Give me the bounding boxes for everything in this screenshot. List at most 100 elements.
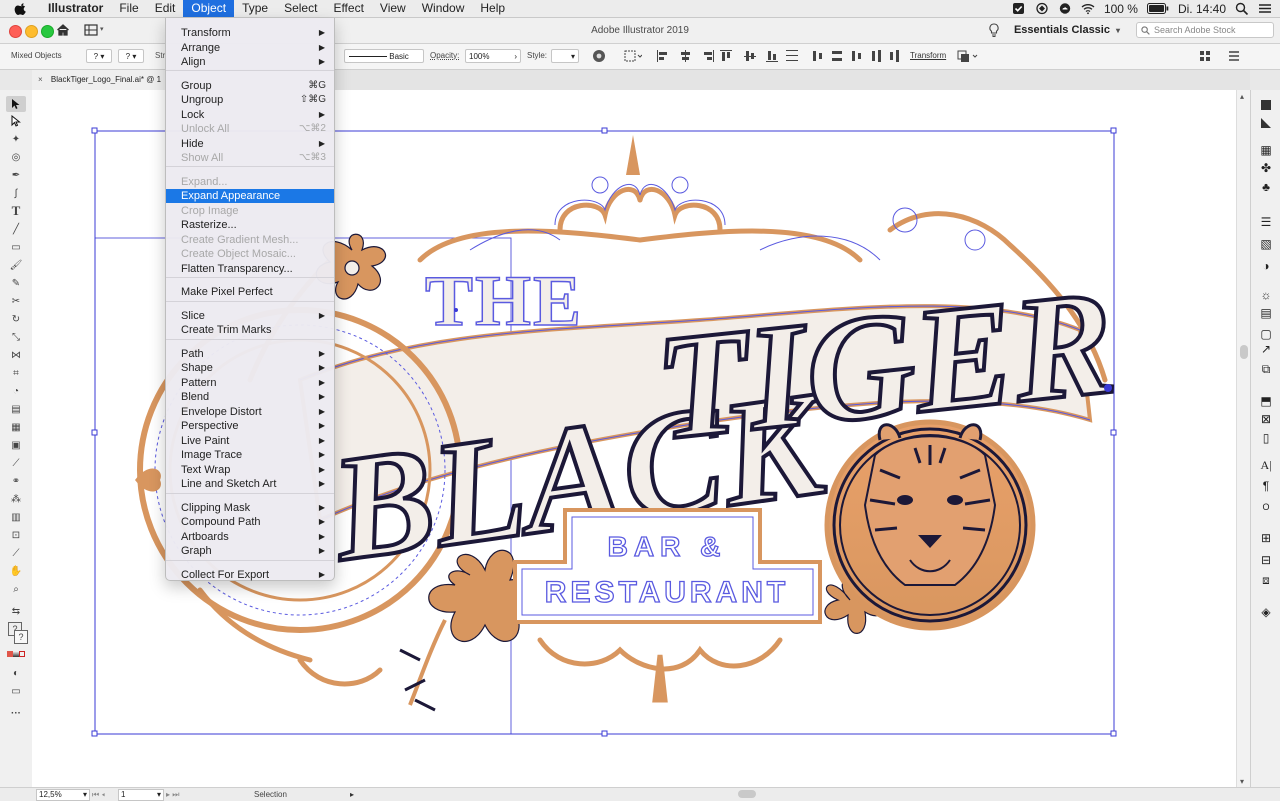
select-similar-icon[interactable] — [1198, 49, 1212, 63]
menu-item-make-pixel-perfect[interactable]: Make Pixel Perfect — [166, 285, 334, 299]
blend-tool-icon[interactable]: ⚭ — [8, 474, 24, 488]
screen-mode-icon[interactable]: ▭ — [8, 684, 24, 698]
opacity-label[interactable]: Opacity: — [430, 49, 459, 63]
battery-icon[interactable] — [1146, 3, 1169, 14]
color-panel-icon[interactable] — [1259, 99, 1273, 111]
image-trace-icon[interactable]: ▢ — [1259, 327, 1273, 341]
export-icon[interactable]: ↗ — [1259, 342, 1273, 356]
control-center-icon[interactable] — [1258, 2, 1272, 15]
scissors-tool-icon[interactable]: ✂ — [8, 294, 24, 308]
perspective-grid-tool-icon[interactable]: ▤ — [8, 402, 24, 416]
menu-view[interactable]: View — [372, 0, 414, 17]
asset-export-icon[interactable]: ⬒ — [1259, 394, 1273, 408]
rectangle-tool-icon[interactable]: ▭ — [8, 240, 24, 254]
transform-link[interactable]: Transform — [910, 49, 946, 63]
magic-wand-tool-icon[interactable]: ✦ — [8, 132, 24, 146]
artboard-nav-first-icon[interactable]: ⏮ ◂ — [92, 788, 105, 801]
menu-edit[interactable]: Edit — [147, 0, 184, 17]
menu-select[interactable]: Select — [276, 0, 325, 17]
graphic-styles-icon[interactable]: ▤ — [1259, 306, 1273, 320]
arrange-documents-icon[interactable] — [84, 24, 98, 36]
menu-item-flatten-transparency[interactable]: Flatten Transparency... — [166, 262, 334, 276]
menu-item-shape[interactable]: Shape ▶ — [166, 361, 334, 375]
status-menu-arrow-icon[interactable]: ▸ — [350, 788, 354, 801]
scroll-up-icon[interactable]: ▴ — [1240, 92, 1244, 101]
layers-icon[interactable]: ◈ — [1259, 605, 1273, 619]
horizontal-scroll-thumb[interactable] — [738, 790, 756, 798]
stroke-swatch[interactable]: ? — [14, 630, 28, 644]
free-transform-tool-icon[interactable]: ⌗ — [8, 366, 24, 380]
links-icon[interactable]: ▯ — [1259, 431, 1273, 445]
paragraph-icon[interactable]: ¶ — [1259, 479, 1273, 493]
selection-tool-icon[interactable] — [6, 96, 26, 112]
apple-logo-icon[interactable] — [14, 2, 28, 16]
scale-tool-icon[interactable]: ⤡ — [8, 330, 24, 344]
vertical-scroll-thumb[interactable] — [1240, 345, 1248, 359]
menu-item-compound-path[interactable]: Compound Path ▶ — [166, 515, 334, 529]
eyedropper-tool-icon[interactable]: ⟋ — [8, 456, 24, 470]
align-icon[interactable]: ⊟ — [1259, 553, 1273, 567]
direct-selection-tool-icon[interactable] — [8, 114, 24, 128]
navigator-icon[interactable]: ⧈ — [1259, 573, 1273, 587]
menu-item-live-paint[interactable]: Live Paint ▶ — [166, 434, 334, 448]
menu-item-slice[interactable]: Slice ▶ — [166, 309, 334, 323]
sync-status-icon[interactable] — [1035, 2, 1049, 15]
lasso-tool-icon[interactable]: ◎ — [8, 150, 24, 164]
cloud-status-icon[interactable] — [1058, 2, 1072, 15]
menu-type[interactable]: Type — [234, 0, 276, 17]
minimize-window-button[interactable] — [25, 25, 38, 38]
menu-item-path[interactable]: Path ▶ — [166, 347, 334, 361]
slice-tool-icon[interactable]: ⟋ — [8, 546, 24, 560]
menu-item-rasterize[interactable]: Rasterize... — [166, 218, 334, 232]
transparency-icon[interactable]: ◑ — [1259, 259, 1273, 273]
menu-item-transform[interactable]: Transform ▶ — [166, 26, 334, 40]
menu-effect[interactable]: Effect — [325, 0, 371, 17]
menu-item-collect-for-export[interactable]: Collect For Export ▶ — [166, 568, 334, 582]
line-segment-tool-icon[interactable]: ╱ — [8, 222, 24, 236]
spotlight-search-icon[interactable] — [1235, 2, 1249, 15]
shape-builder-tool-icon[interactable]: ◔ — [8, 384, 24, 398]
menu-object[interactable]: Object — [183, 0, 235, 17]
menu-item-line-and-sketch-art[interactable]: Line and Sketch Art ▶ — [166, 477, 334, 491]
menu-item-pattern[interactable]: Pattern ▶ — [166, 376, 334, 390]
menu-item-text-wrap[interactable]: Text Wrap ▶ — [166, 463, 334, 477]
stroke-color-dropdown[interactable]: ? ▾ — [118, 49, 144, 63]
brushes-icon[interactable]: ✤ — [1259, 161, 1273, 175]
lightbulb-icon[interactable] — [988, 23, 1000, 38]
menu-item-align[interactable]: Align ▶ — [166, 55, 334, 69]
hand-tool-icon[interactable]: ✋ — [8, 564, 24, 578]
isolate-group-icon[interactable] — [956, 49, 980, 63]
close-tab-icon[interactable]: × — [38, 75, 43, 84]
menu-item-lock[interactable]: Lock ▶ — [166, 108, 334, 122]
fill-color-dropdown[interactable]: ? ▾ — [86, 49, 112, 63]
brush-definition-dropdown[interactable]: Basic — [344, 49, 424, 63]
recolor-artwork-icon[interactable] — [592, 49, 606, 63]
more-tools-icon[interactable]: ··· — [8, 706, 24, 720]
pen-tool-icon[interactable]: ✒ — [8, 168, 24, 182]
menu-app-illustrator[interactable]: Illustrator — [40, 0, 111, 17]
curvature-tool-icon[interactable]: ∫ — [8, 186, 24, 200]
chevron-down-icon[interactable]: ▾ — [100, 25, 104, 33]
symbol-sprayer-tool-icon[interactable]: ⁂ — [8, 492, 24, 506]
width-tool-icon[interactable]: ⋈ — [8, 348, 24, 362]
panel-menu-icon[interactable] — [1227, 49, 1241, 63]
mesh-tool-icon[interactable]: ▦ — [8, 420, 24, 434]
align-to-icon[interactable] — [624, 49, 642, 63]
color-mode-icons[interactable] — [6, 650, 26, 658]
menu-file[interactable]: File — [111, 0, 146, 17]
menu-item-envelope-distort[interactable]: Envelope Distort ▶ — [166, 405, 334, 419]
pathfinder-icon[interactable]: ⊞ — [1259, 531, 1273, 545]
distribute-buttons-icon[interactable] — [812, 49, 902, 63]
type-tool-icon[interactable]: T — [8, 203, 24, 218]
menu-item-ungroup[interactable]: Ungroup ⇧⌘G — [166, 93, 334, 107]
menu-item-clipping-mask[interactable]: Clipping Mask ▶ — [166, 501, 334, 515]
scroll-down-icon[interactable]: ▾ — [1240, 777, 1244, 786]
stroke-icon[interactable]: ☰ — [1259, 215, 1273, 229]
vertical-scrollbar[interactable]: ▴ ▾ — [1236, 90, 1251, 788]
paintbrush-tool-icon[interactable]: 🖌 — [8, 258, 24, 272]
menu-item-perspective[interactable]: Perspective ▶ — [166, 419, 334, 433]
swap-fill-stroke-icon[interactable]: ⇆ — [8, 604, 24, 618]
symbols-icon[interactable]: ♣ — [1259, 180, 1273, 194]
workspace-switcher[interactable]: Essentials Classic ▾ — [1014, 22, 1120, 39]
menu-help[interactable]: Help — [472, 0, 513, 17]
